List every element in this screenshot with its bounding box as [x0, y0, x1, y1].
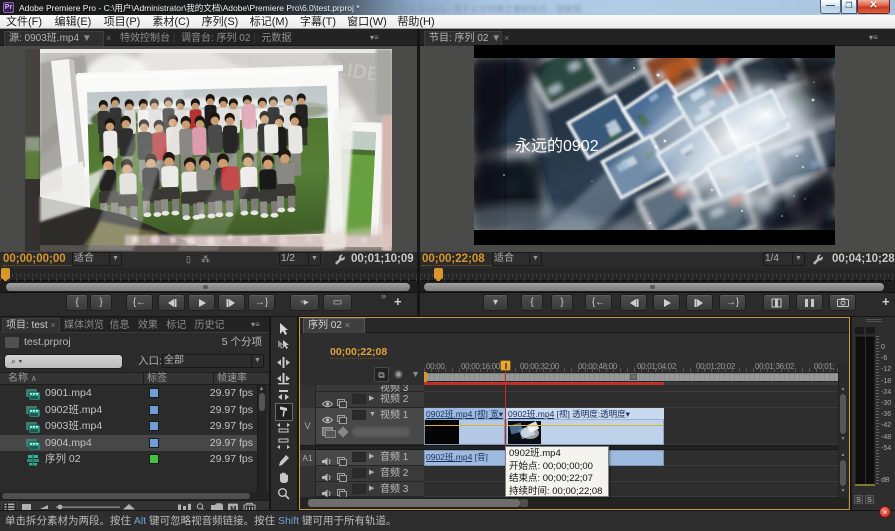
svg-text:永远的0902: 永远的0902 — [515, 137, 599, 155]
